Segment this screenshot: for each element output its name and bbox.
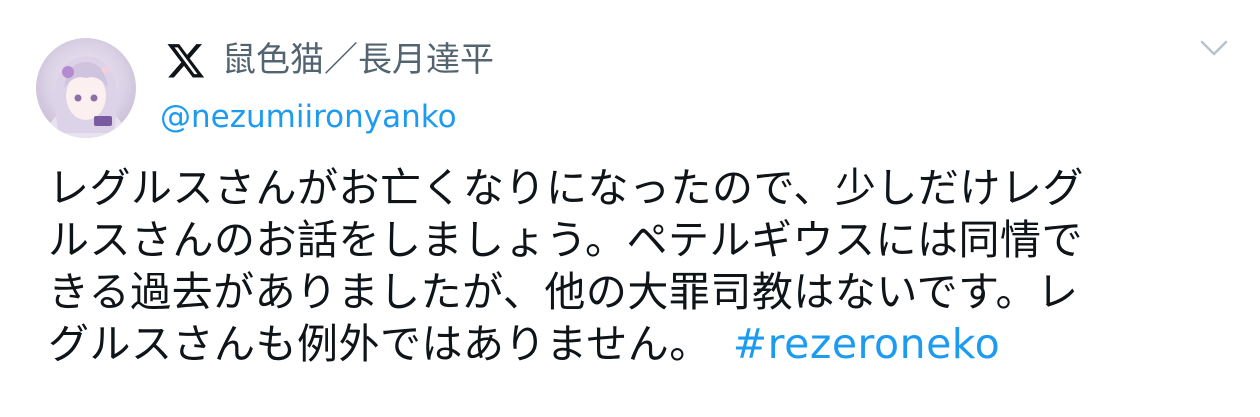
x-logo-icon	[167, 44, 205, 78]
author-handle[interactable]: @nezumiironyanko	[160, 95, 457, 139]
tweet-line: グルスさんも例外ではありません。 #rezeroneko	[48, 318, 1228, 370]
hashtag-link[interactable]: #rezeroneko	[733, 320, 1000, 368]
tweet-body: レグルスさんがお亡くなりになったので、少しだけレグ ルスさんのお話をしましょう。…	[48, 162, 1228, 370]
author-display-name[interactable]: 鼠色猫／長月達平	[222, 36, 494, 84]
tweet-line: ルスさんのお話をしましょう。ペテルギウスには同情で	[48, 216, 1084, 264]
tweet-line: レグルスさんがお亡くなりになったので、少しだけレグ	[48, 164, 1084, 212]
chevron-down-icon[interactable]	[1196, 30, 1232, 66]
anime-character-avatar-icon	[44, 56, 128, 138]
tweet-card: 鼠色猫／長月達平 @nezumiironyanko レグルスさんがお亡くなりにな…	[0, 0, 1260, 417]
avatar[interactable]	[36, 38, 136, 138]
tweet-line-text: グルスさんも例外ではありません。	[48, 320, 711, 368]
tweet-line: きる過去がありましたが、他の大罪司教はないです。レ	[48, 268, 1079, 316]
